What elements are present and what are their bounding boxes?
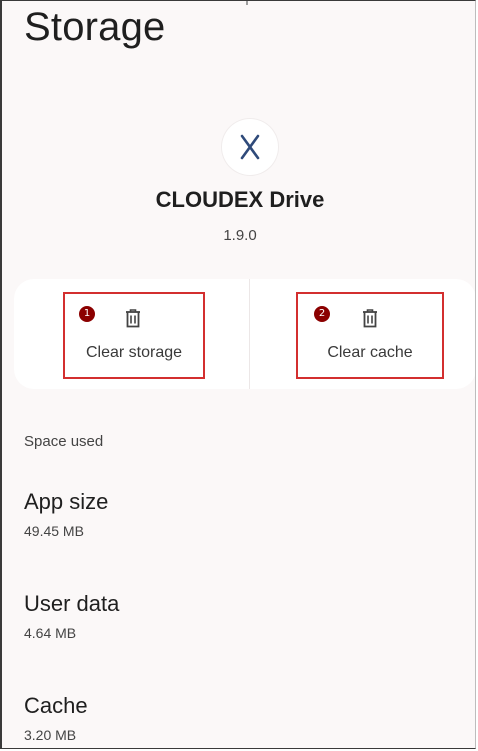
trash-icon <box>363 309 377 328</box>
storage-screen: Storage CLOUDEX Drive 1.9.0 1 Clear stor… <box>0 0 476 749</box>
clear-storage-button[interactable]: 1 Clear storage <box>63 292 205 379</box>
storage-actions-card: 1 Clear storage 2 Clear cache <box>14 279 475 389</box>
cache-title: Cache <box>24 693 88 718</box>
app-version: 1.9.0 <box>223 227 257 244</box>
trash-icon <box>126 309 140 328</box>
top-edge-mark <box>246 1 248 5</box>
space-used-heading: Space used <box>24 433 104 450</box>
app-size-value: 49.45 MB <box>24 523 84 539</box>
clear-cache-label: Clear cache <box>327 344 413 361</box>
clear-cache-button[interactable]: 2 Clear cache <box>296 292 444 379</box>
app-name: CLOUDEX Drive <box>155 187 325 212</box>
page-title: Storage <box>24 5 166 49</box>
step-badge-1: 1 <box>79 306 95 322</box>
cache-value: 3.20 MB <box>24 727 77 743</box>
clear-storage-label: Clear storage <box>85 344 183 361</box>
step-badge-2: 2 <box>314 306 330 322</box>
app-size-item: App size 49.45 MB <box>24 489 108 539</box>
user-data-item: User data 4.64 MB <box>24 591 119 641</box>
user-data-title: User data <box>24 591 120 616</box>
actions-divider <box>249 279 250 389</box>
cache-item: Cache 3.20 MB <box>24 693 88 743</box>
user-data-value: 4.64 MB <box>24 625 77 641</box>
app-logo-icon <box>222 119 278 175</box>
app-size-title: App size <box>24 489 109 514</box>
